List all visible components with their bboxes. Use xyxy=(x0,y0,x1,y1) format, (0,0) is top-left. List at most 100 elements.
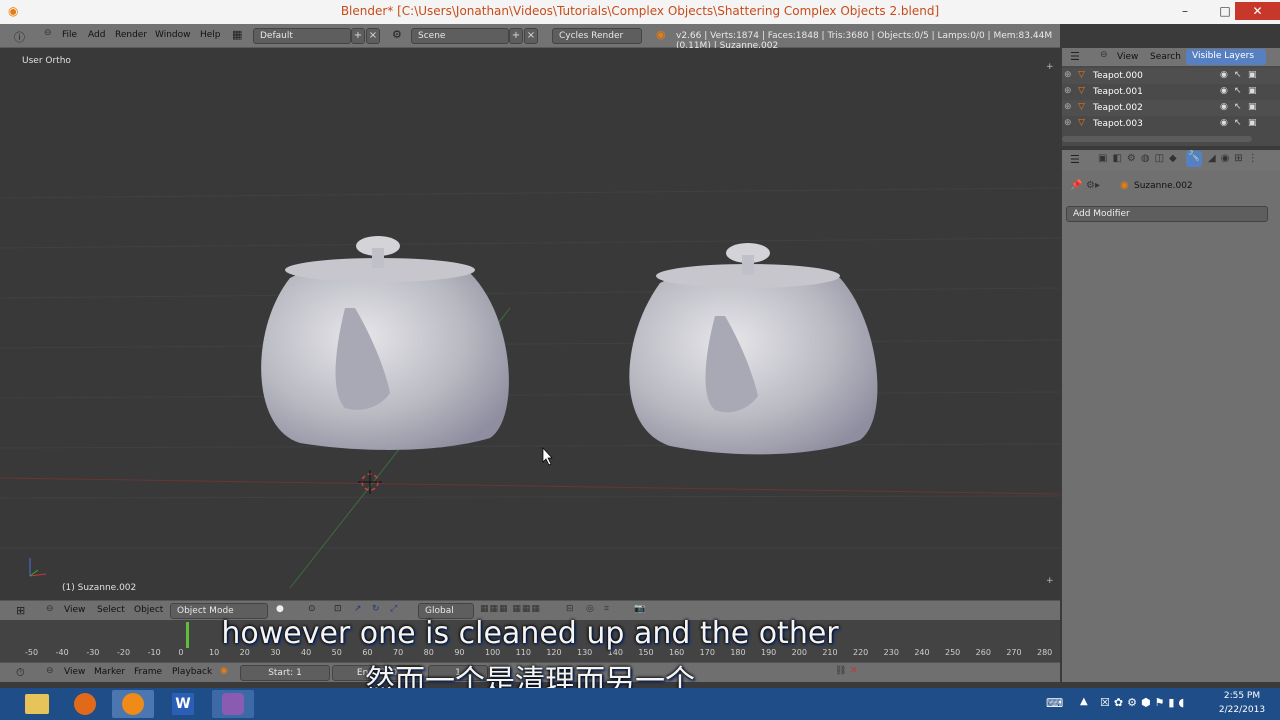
outliner-header: ☰ ⊖ View Search Visible Layers xyxy=(1062,48,1280,66)
menu-select[interactable]: Select xyxy=(97,605,125,615)
file-explorer-icon[interactable] xyxy=(16,690,58,718)
visibility-eye-icon[interactable]: ◉ xyxy=(1220,70,1228,80)
item-label[interactable]: Teapot.001 xyxy=(1093,87,1143,97)
info-editor-icon[interactable]: ⓘ xyxy=(14,29,25,45)
item-label[interactable]: Teapot.000 xyxy=(1093,71,1143,81)
outliner-list: ⊕ ▽ Teapot.000 ◉ ↖ ▣ ⊕ ▽ Teapot.001 ◉ ↖ … xyxy=(1062,66,1280,146)
visibility-eye-icon[interactable]: ◉ xyxy=(1220,102,1228,112)
properties-header: ☰ ▣◧⚙◍◫◆ 🔧 ◢◉⊞⋮ xyxy=(1062,150,1280,170)
scale-icon[interactable]: ⤢ xyxy=(390,604,397,614)
viewport-corner-plus-icon-bottom[interactable]: + xyxy=(1046,576,1054,586)
properties-panel: 📌 ⚙▸ ◉ Suzanne.002 Add Modifier xyxy=(1062,170,1280,682)
expand-icon[interactable]: ⊕ xyxy=(1064,70,1072,80)
remove-scene-button[interactable]: × xyxy=(524,28,538,44)
menu-file[interactable]: File xyxy=(62,30,77,40)
collapse-menu-icon[interactable]: ⊖ xyxy=(1100,50,1108,60)
outliner-menu-search[interactable]: Search xyxy=(1150,52,1181,62)
selectable-arrow-icon[interactable]: ↖ xyxy=(1234,70,1242,80)
selectable-arrow-icon[interactable]: ↖ xyxy=(1234,118,1242,128)
mouse-pointer-icon xyxy=(542,447,553,466)
word-icon[interactable]: W xyxy=(162,690,204,718)
outliner-scrollbar[interactable] xyxy=(1062,136,1252,142)
shading-dropdown-icon[interactable]: ● xyxy=(276,604,284,614)
show-hidden-icons-icon[interactable]: ▲ xyxy=(1080,696,1088,707)
manipulator-icon[interactable]: ⊡ xyxy=(334,604,342,614)
menu-render[interactable]: Render xyxy=(115,30,147,40)
scene-breadcrumb-icon: ⚙▸ xyxy=(1086,180,1100,191)
clock-date[interactable]: 2/22/2013 xyxy=(1212,705,1272,715)
list-item[interactable]: ⊕ ▽ Teapot.002 ◉ ↖ ▣ xyxy=(1062,100,1280,116)
render-engine-dropdown[interactable]: Cycles Render xyxy=(552,28,642,44)
firefox-icon[interactable] xyxy=(64,690,106,718)
close-button[interactable]: ✕ xyxy=(1235,2,1280,20)
render-icon[interactable]: 📷 xyxy=(634,604,645,614)
layout-field[interactable]: Default xyxy=(253,28,351,44)
list-item[interactable]: ⊕ ▽ Teapot.001 ◉ ↖ ▣ xyxy=(1062,84,1280,100)
add-layout-button[interactable]: + xyxy=(351,28,365,44)
item-label[interactable]: Teapot.003 xyxy=(1093,119,1143,129)
mesh-object-icon: ▽ xyxy=(1078,70,1085,80)
add-modifier-dropdown[interactable]: Add Modifier xyxy=(1066,206,1268,222)
layer-buttons-icon[interactable]: ▦▦▦ ▦▦▦ xyxy=(480,604,541,614)
clock-time[interactable]: 2:55 PM xyxy=(1212,691,1272,701)
render-camera-icon[interactable]: ▣ xyxy=(1248,102,1257,112)
more-context-tabs-icon[interactable]: ◢◉⊞⋮ xyxy=(1208,153,1263,164)
menu-object[interactable]: Object xyxy=(134,605,163,615)
scene-icon[interactable]: ⚙ xyxy=(392,28,402,41)
render-camera-icon[interactable]: ▣ xyxy=(1248,86,1257,96)
viewport-corner-plus-icon[interactable]: + xyxy=(1046,62,1054,72)
menu-window[interactable]: Window xyxy=(155,30,191,40)
properties-editor-icon[interactable]: ☰ xyxy=(1070,153,1080,166)
mesh-object-icon: ▽ xyxy=(1078,86,1085,96)
visibility-eye-icon[interactable]: ◉ xyxy=(1220,118,1228,128)
3d-viewport[interactable]: User Ortho (1) Suzanne.002 + + xyxy=(0,48,1060,600)
windows-taskbar: W ⌨ ▲ ☒✿⚙⬢⚑▮◖ 2:55 PM 2/22/2013 xyxy=(0,688,1280,720)
outliner-editor-icon[interactable]: ☰ xyxy=(1070,50,1080,63)
expand-icon[interactable]: ⊕ xyxy=(1064,118,1072,128)
item-label[interactable]: Teapot.002 xyxy=(1093,103,1143,113)
outliner-menu-view[interactable]: View xyxy=(1117,52,1138,62)
add-scene-button[interactable]: + xyxy=(509,28,523,44)
render-camera-icon[interactable]: ▣ xyxy=(1248,70,1257,80)
teapot-left[interactable] xyxy=(261,236,509,450)
selectable-arrow-icon[interactable]: ↖ xyxy=(1234,86,1242,96)
proportional-edit-icon[interactable]: ◎ xyxy=(586,604,594,614)
rotate-icon[interactable]: ↻ xyxy=(372,604,380,614)
render-camera-icon[interactable]: ▣ xyxy=(1248,118,1257,128)
keyboard-icon[interactable]: ⌨ xyxy=(1046,696,1063,710)
lock-camera-icon[interactable]: ⊟ xyxy=(566,604,574,614)
scene-field[interactable]: Scene xyxy=(411,28,509,44)
pin-icon[interactable]: 📌 xyxy=(1070,180,1082,191)
list-item[interactable]: ⊕ ▽ Teapot.003 ◉ ↖ ▣ xyxy=(1062,116,1280,132)
object-icon: ◉ xyxy=(1120,180,1129,191)
expand-icon[interactable]: ⊕ xyxy=(1064,102,1072,112)
minimize-button[interactable]: – xyxy=(1170,2,1200,20)
x-axis-line xyxy=(0,477,1060,495)
translate-icon[interactable]: ↗ xyxy=(354,604,362,614)
collapse-menu-icon[interactable]: ⊖ xyxy=(44,28,52,38)
expand-icon[interactable]: ⊕ xyxy=(1064,86,1072,96)
remove-layout-button[interactable]: × xyxy=(366,28,380,44)
recording-app-icon[interactable] xyxy=(212,690,254,718)
menu-help[interactable]: Help xyxy=(200,30,221,40)
screen-layout-icon[interactable]: ▦ xyxy=(232,28,242,41)
subtitle-english: however one is cleaned up and the other xyxy=(221,616,839,651)
property-context-tabs-icon[interactable]: ▣◧⚙◍◫◆ xyxy=(1098,153,1182,164)
collapse-menu-icon[interactable]: ⊖ xyxy=(46,604,54,614)
mesh-object-icon: ▽ xyxy=(1078,102,1085,112)
display-filter-dropdown[interactable]: Visible Layers xyxy=(1186,49,1266,65)
snap-icon[interactable]: ⌗ xyxy=(604,604,609,614)
visibility-eye-icon[interactable]: ◉ xyxy=(1220,86,1228,96)
pivot-dropdown-icon[interactable]: ⊙ xyxy=(308,604,316,614)
blender-taskbar-icon[interactable] xyxy=(112,690,154,718)
menu-add[interactable]: Add xyxy=(88,30,105,40)
viewport-grid xyxy=(0,187,1060,589)
3d-cursor-icon[interactable] xyxy=(358,470,382,494)
teapot-right[interactable] xyxy=(629,243,878,455)
menu-view[interactable]: View xyxy=(64,605,85,615)
selectable-arrow-icon[interactable]: ↖ xyxy=(1234,102,1242,112)
list-item[interactable]: ⊕ ▽ Teapot.000 ◉ ↖ ▣ xyxy=(1062,68,1280,84)
window-titlebar: ◉ Blender* [C:\Users\Jonathan\Videos\Tut… xyxy=(0,0,1280,24)
tray-icons-icon[interactable]: ☒✿⚙⬢⚑▮◖ xyxy=(1100,696,1188,709)
modifier-wrench-icon[interactable]: 🔧 xyxy=(1186,151,1202,167)
